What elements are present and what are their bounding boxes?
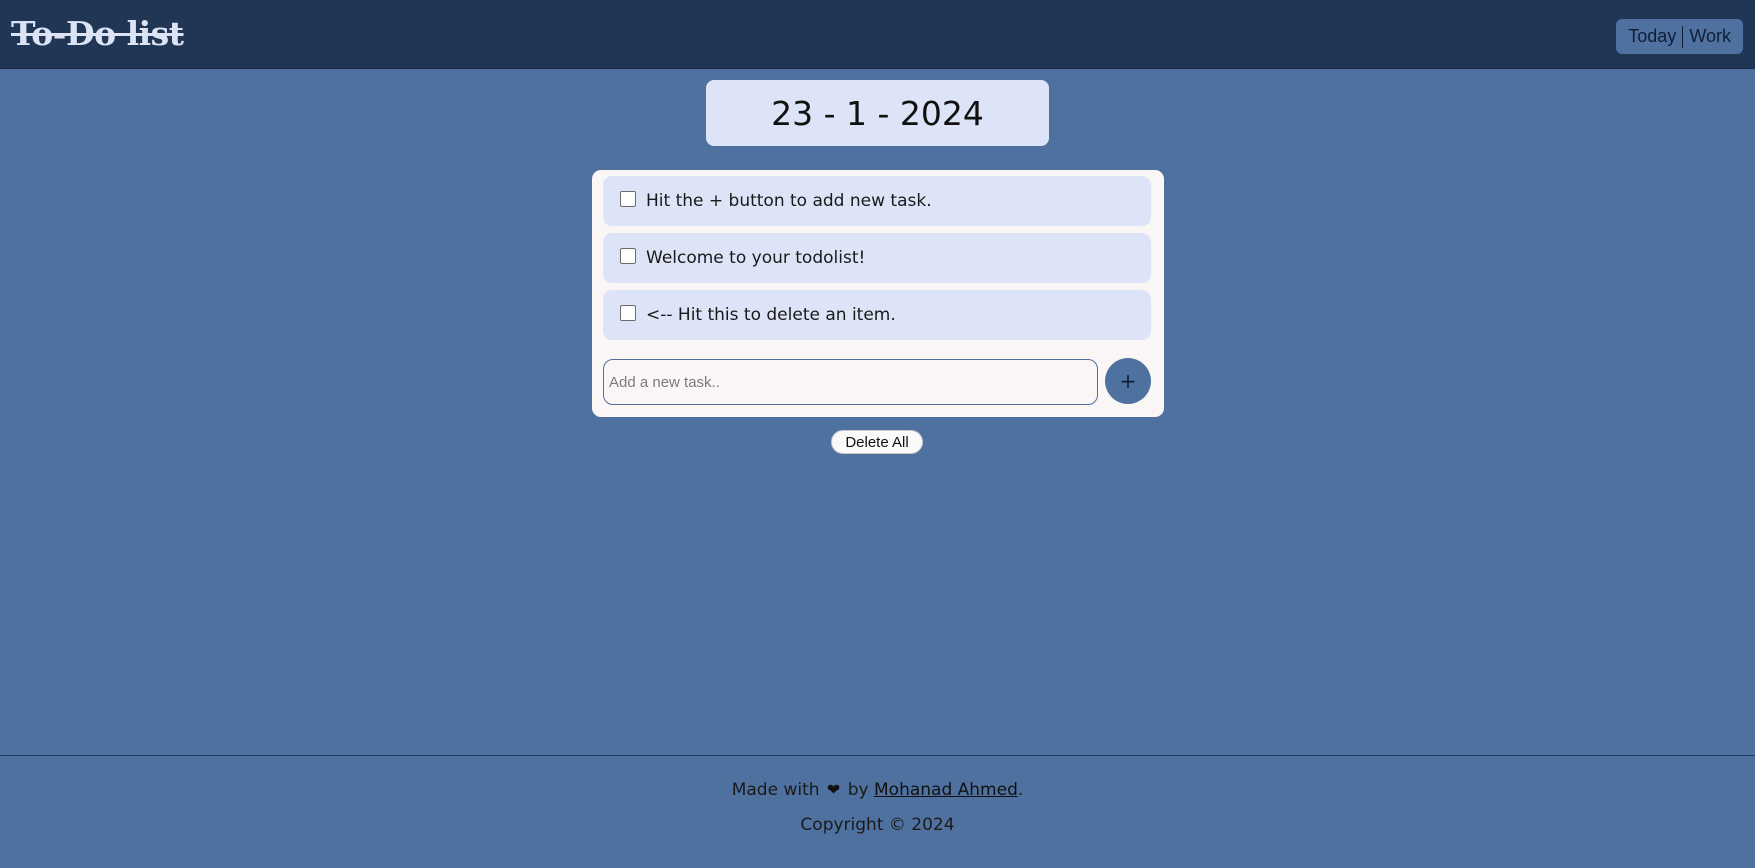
date-header: 23 - 1 - 2024 — [706, 80, 1049, 146]
footer-credit: Made with ❤ by Mohanad Ahmed. — [0, 780, 1755, 800]
footer-made-with: Made with — [731, 780, 820, 800]
top-navbar: To-Do list Today Work — [0, 0, 1755, 69]
footer-by: by — [847, 780, 869, 800]
task-item: <-- Hit this to delete an item. — [603, 290, 1151, 340]
task-text: Welcome to your todolist! — [646, 248, 866, 268]
task-text: <-- Hit this to delete an item. — [646, 305, 896, 325]
task-checkbox[interactable] — [620, 191, 636, 207]
footer-divider — [0, 755, 1755, 756]
new-task-input[interactable] — [603, 359, 1098, 405]
task-item: Hit the + button to add new task. — [603, 176, 1151, 226]
nav-menu: Today Work — [1616, 19, 1743, 54]
task-item: Welcome to your todolist! — [603, 233, 1151, 283]
todo-card: Hit the + button to add new task. Welcom… — [592, 170, 1164, 417]
task-checkbox[interactable] — [620, 248, 636, 264]
footer-copyright: Copyright © 2024 — [800, 815, 955, 835]
add-task-button[interactable]: + — [1105, 358, 1151, 404]
app-title[interactable]: To-Do list — [11, 14, 184, 53]
nav-work-link[interactable]: Work — [1683, 26, 1737, 47]
delete-all-button[interactable]: Delete All — [831, 430, 923, 454]
nav-today-link[interactable]: Today — [1622, 26, 1682, 47]
author-link[interactable]: Mohanad Ahmed — [874, 780, 1018, 800]
heart-icon: ❤ — [826, 780, 841, 799]
footer-suffix: . — [1017, 780, 1024, 800]
task-text: Hit the + button to add new task. — [646, 191, 932, 211]
task-checkbox[interactable] — [620, 305, 636, 321]
